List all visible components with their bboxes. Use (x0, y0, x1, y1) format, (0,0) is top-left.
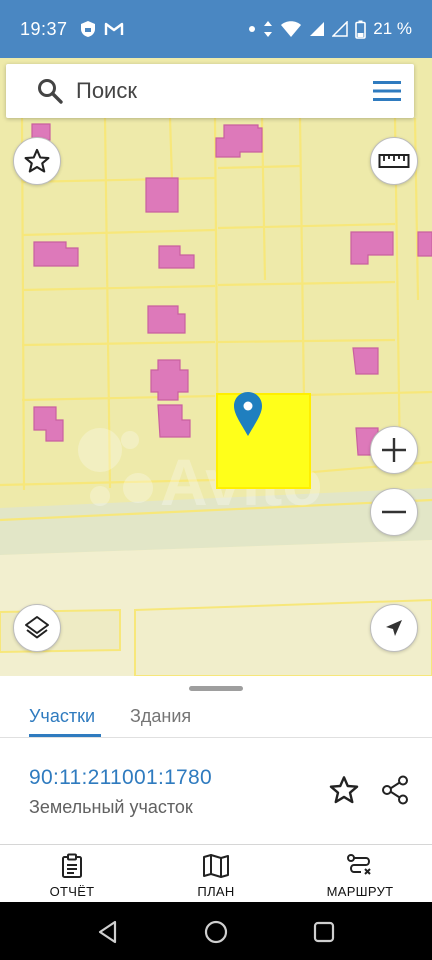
divider (0, 737, 432, 738)
parcel-bottom-sheet: Участки Здания 90:11:211001:1780 Земельн… (0, 676, 432, 844)
wifi-icon (281, 21, 302, 37)
back-triangle-icon[interactable] (95, 919, 121, 945)
home-circle-icon[interactable] (203, 919, 229, 945)
nav-plan[interactable]: ПЛАН (156, 845, 276, 903)
nav-plan-label: ПЛАН (197, 884, 235, 899)
route-icon (347, 854, 371, 875)
favorite-map-button[interactable] (13, 137, 61, 185)
dot-icon (249, 26, 256, 32)
search-bar[interactable] (6, 64, 414, 118)
recents-square-icon[interactable] (311, 919, 337, 945)
nav-report[interactable]: ОТЧЁТ (12, 845, 132, 903)
shield-icon (80, 21, 95, 37)
parcel-type: Земельный участок (29, 797, 193, 817)
search-icon[interactable] (36, 77, 64, 105)
star-icon (24, 148, 50, 173)
map-plan-icon (203, 854, 229, 878)
zoom-in-button[interactable] (370, 426, 418, 474)
battery-percent: 21 % (373, 19, 412, 38)
plus-icon (382, 438, 406, 462)
search-input[interactable] (76, 78, 356, 104)
nav-report-label: ОТЧЁТ (49, 884, 95, 899)
tab-buildings[interactable]: Здания (130, 696, 191, 736)
zoom-out-button[interactable] (370, 488, 418, 536)
layers-button[interactable] (13, 604, 61, 652)
bottom-navigation: ОТЧЁТ ПЛАН МАРШРУТ (0, 844, 432, 902)
ruler-button[interactable] (370, 137, 418, 185)
tab-parcels[interactable]: Участки (29, 696, 95, 736)
status-time: 19:37 (20, 18, 68, 39)
map-canvas[interactable]: Avito (0, 58, 432, 676)
hamburger-menu-icon[interactable] (372, 78, 402, 104)
cadastral-map[interactable]: Avito (0, 58, 432, 676)
sheet-drag-handle[interactable] (189, 686, 243, 691)
clipboard-report-icon (62, 853, 82, 878)
navigation-arrow-icon (386, 620, 402, 636)
cadastral-number[interactable]: 90:11:211001:1780 (29, 766, 212, 790)
data-arrows-icon (264, 21, 273, 37)
signal-icon (310, 22, 325, 36)
share-icon[interactable] (380, 774, 410, 806)
favorite-star-icon[interactable] (328, 774, 360, 806)
status-bar: 19:37 21 % (0, 0, 432, 58)
minus-icon (382, 510, 406, 514)
selected-parcel (216, 393, 311, 489)
my-location-button[interactable] (370, 604, 418, 652)
battery-icon (355, 20, 367, 39)
layers-icon (25, 616, 49, 639)
gmail-icon (104, 22, 123, 35)
ruler-icon (378, 154, 410, 168)
system-navigation-bar (0, 902, 432, 960)
nav-route-label: МАРШРУТ (326, 884, 394, 899)
nav-route[interactable]: МАРШРУТ (300, 845, 420, 903)
signal-icon (332, 21, 348, 37)
